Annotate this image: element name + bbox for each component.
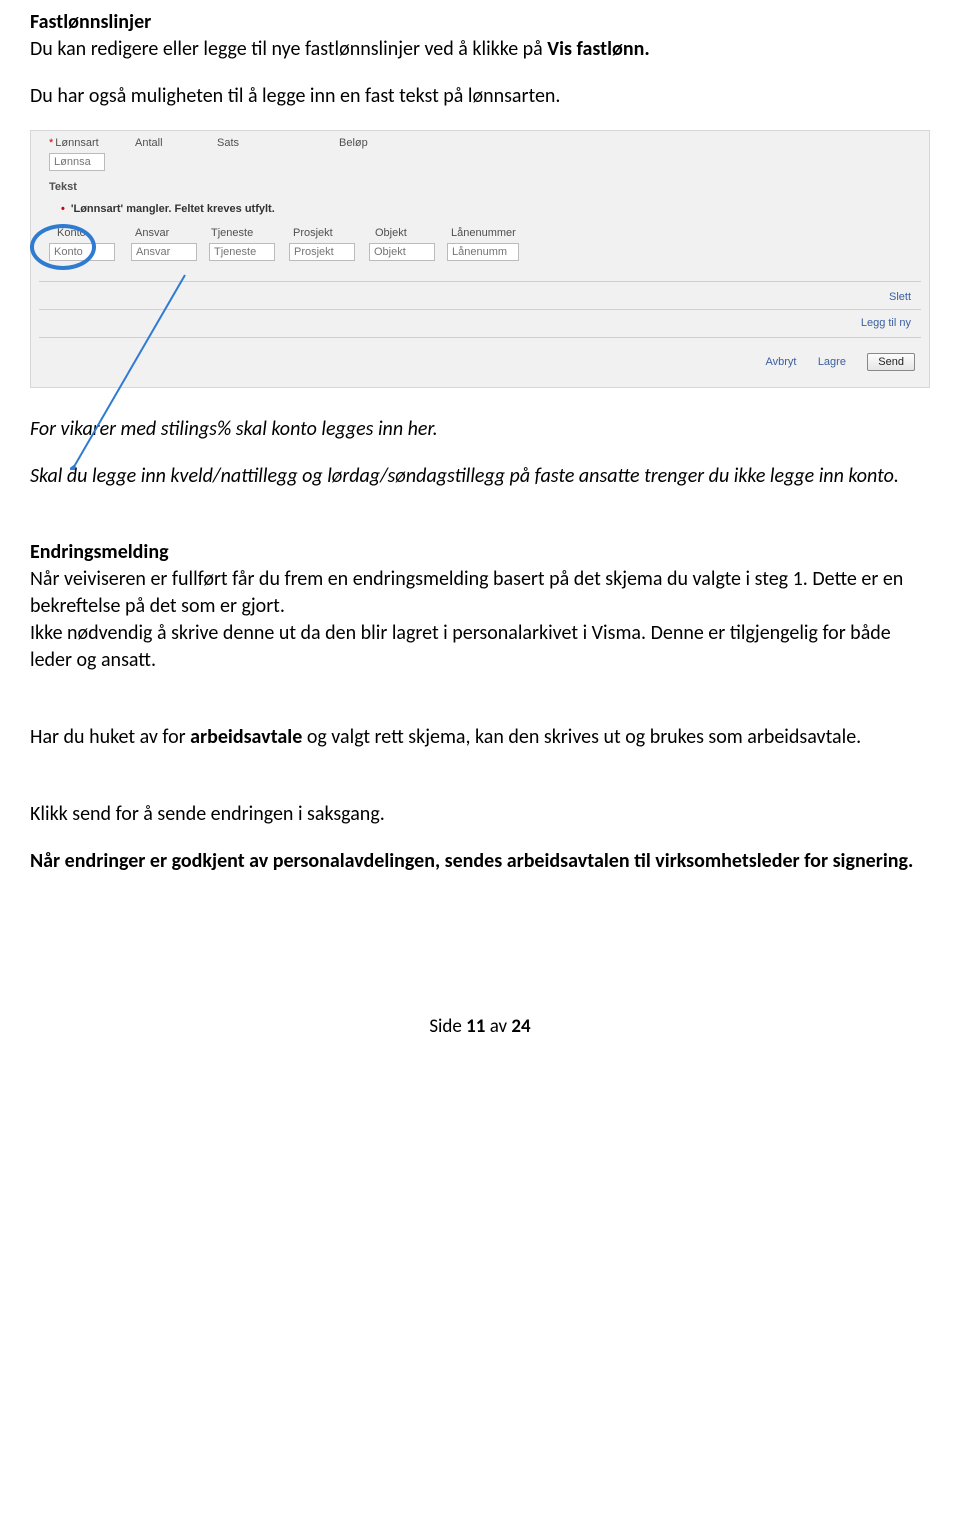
footer-page-current: 11: [466, 1015, 485, 1038]
paragraph-intro: Du kan redigere eller legge til nye fast…: [30, 36, 930, 63]
label-prosjekt: Prosjekt: [293, 227, 333, 239]
paragraph-ikke-nodvendig: Ikke nødvendig å skrive denne ut da den …: [30, 620, 930, 674]
konto-input[interactable]: [49, 243, 115, 261]
required-star: *: [49, 137, 53, 149]
paragraph-vikarer: For vikarer med stilings% skal konto leg…: [30, 416, 930, 443]
lagre-link[interactable]: Lagre: [818, 356, 846, 368]
label-tekst: Tekst: [49, 181, 77, 193]
section-heading-endringsmelding: Endringsmelding: [30, 540, 930, 564]
text: og valgt rett skjema, kan den skrives ut…: [302, 725, 861, 749]
text-bold-vis-fastlonn: Vis fastlønn.: [547, 37, 649, 61]
divider: [39, 337, 921, 338]
page-footer: Side 11 av 24: [30, 1015, 930, 1038]
text-bold-arbeidsavtale: arbeidsavtale: [190, 725, 302, 749]
paragraph-arbeidsavtale: Har du huket av for arbeidsavtale og val…: [30, 724, 930, 751]
send-button[interactable]: Send: [867, 353, 915, 371]
paragraph-option: Du har også muligheten til å legge inn e…: [30, 83, 930, 110]
divider: [39, 309, 921, 310]
footer-text: Side: [429, 1015, 466, 1038]
label-konto: Konto: [57, 227, 86, 239]
divider: [39, 281, 921, 282]
lanenummer-input[interactable]: [447, 243, 519, 261]
lonnsart-input[interactable]: [49, 153, 105, 171]
avbryt-link[interactable]: Avbryt: [765, 356, 796, 368]
label-lanenummer: Lånenummer: [451, 227, 516, 239]
form-panel: *Lønnsart Antall Sats Beløp Tekst •'Lønn…: [30, 130, 930, 388]
section-heading-fastlonnslinjer: Fastlønnslinjer: [30, 10, 930, 34]
form-footer-actions: Avbryt Lagre Send: [765, 353, 915, 371]
text: Har du huket av for: [30, 725, 190, 749]
form-screenshot: *Lønnsart Antall Sats Beløp Tekst •'Lønn…: [30, 130, 930, 388]
label-ansvar: Ansvar: [135, 227, 169, 239]
footer-page-total: 24: [511, 1015, 530, 1038]
label-antall: Antall: [135, 137, 163, 149]
label-lonnsart: *Lønnsart: [49, 137, 99, 149]
legg-til-ny-link[interactable]: Legg til ny: [861, 317, 911, 329]
prosjekt-input[interactable]: [289, 243, 355, 261]
ansvar-input[interactable]: [131, 243, 197, 261]
objekt-input[interactable]: [369, 243, 435, 261]
tjeneste-input[interactable]: [209, 243, 275, 261]
validation-error: •'Lønnsart' mangler. Feltet kreves utfyl…: [61, 203, 275, 215]
paragraph-kveld-natt: Skal du legge inn kveld/nattillegg og lø…: [30, 463, 930, 490]
paragraph-veiviser: Når veiviseren er fullført får du frem e…: [30, 566, 930, 620]
label-belop: Beløp: [339, 137, 368, 149]
label-objekt: Objekt: [375, 227, 407, 239]
paragraph-klikk-send: Klikk send for å sende endringen i saksg…: [30, 801, 930, 828]
slett-link[interactable]: Slett: [889, 291, 911, 303]
label-sats: Sats: [217, 137, 239, 149]
paragraph-godkjent: Når endringer er godkjent av personalavd…: [30, 848, 930, 875]
label-tjeneste: Tjeneste: [211, 227, 253, 239]
footer-text: av: [485, 1015, 511, 1038]
text: Du kan redigere eller legge til nye fast…: [30, 37, 547, 61]
